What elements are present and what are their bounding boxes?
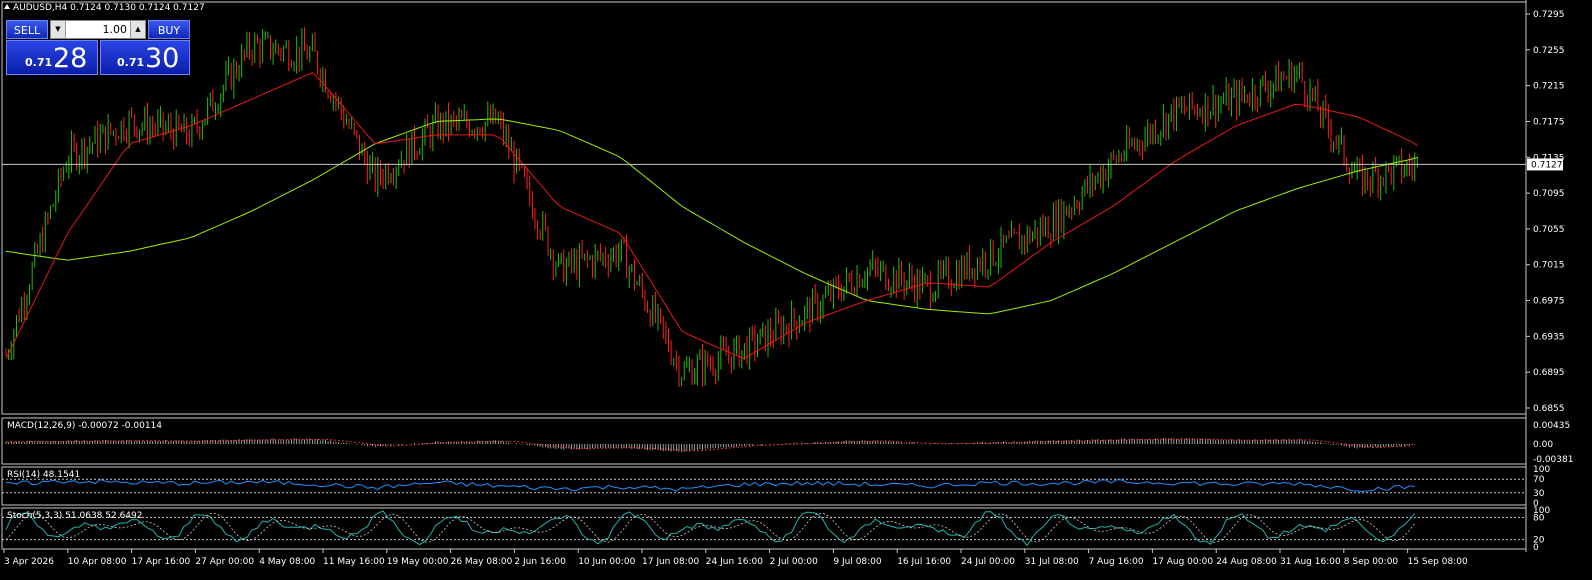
time-label: 17 Jun 08:00: [642, 557, 699, 567]
lot-increase-icon[interactable]: ▲: [130, 21, 145, 38]
price-label: 0.7215: [1533, 82, 1565, 92]
time-label: 10 Jun 00:00: [578, 557, 635, 567]
lot-size-value[interactable]: 1.00: [103, 21, 128, 38]
lot-decrease-icon[interactable]: ▼: [51, 21, 66, 38]
price-label: 0.7095: [1533, 189, 1565, 199]
stoch-scale-label: 0: [1533, 543, 1539, 553]
ask-price-button[interactable]: 0.71 30: [100, 40, 190, 75]
time-label: 8 Sep 00:00: [1344, 557, 1399, 567]
time-label: 16 Jul 16:00: [897, 557, 951, 567]
buy-button[interactable]: BUY: [148, 20, 190, 39]
time-label: 9 Jul 08:00: [833, 557, 882, 567]
rsi-scale-label: 100: [1533, 465, 1550, 475]
bid-price-prefix: 0.71: [25, 56, 53, 69]
stoch-main-line: [5, 510, 1416, 547]
time-label: 24 Jun 16:00: [706, 557, 763, 567]
current-price-label: 0.7127: [1531, 160, 1563, 170]
time-label: 10 Apr 08:00: [68, 557, 127, 567]
time-label: 11 May 16:00: [323, 557, 385, 567]
panel-frame-0: [1, 1, 1527, 415]
chart-canvas[interactable]: 0.72950.72550.72150.71750.71350.70950.70…: [0, 0, 1592, 580]
panel-frame-2: [1, 466, 1527, 506]
time-label: 26 May 08:00: [451, 557, 513, 567]
price-label: 0.7055: [1533, 225, 1565, 235]
price-label: 0.7175: [1533, 117, 1565, 127]
price-label: 0.6935: [1533, 332, 1565, 342]
time-label: 24 Jul 00:00: [961, 557, 1015, 567]
stoch-scale-label: 80: [1533, 513, 1545, 523]
rsi-line: [5, 479, 1415, 492]
stoch-label: Stoch(5,3,3) 51.0638 52.6492: [7, 511, 143, 521]
panel-frame-3: [1, 507, 1527, 550]
time-label: 2 Jul 00:00: [770, 557, 819, 567]
macd-scale-zero: 0.00: [1533, 440, 1553, 450]
candles: [5, 27, 1418, 387]
rsi-scale-label: 70: [1533, 475, 1545, 485]
time-label: 15 Sep 08:00: [1408, 557, 1468, 567]
price-label: 0.7015: [1533, 261, 1565, 271]
rsi-label: RSI(14) 48.1541: [7, 470, 81, 480]
macd-scale-low: -0.00381: [1533, 455, 1573, 465]
lot-size-stepper[interactable]: ▼ 1.00 ▲: [50, 20, 146, 39]
time-label: 17 Apr 16:00: [132, 557, 191, 567]
price-label: 0.6975: [1533, 297, 1565, 307]
time-label: 27 Apr 00:00: [195, 557, 254, 567]
sell-button[interactable]: SELL: [6, 20, 48, 39]
time-label: 24 Aug 08:00: [1216, 557, 1277, 567]
one-click-trading-panel: SELL ▼ 1.00 ▲ BUY 0.71 28 0.71 30: [6, 20, 190, 76]
time-label: 4 May 08:00: [259, 557, 315, 567]
rsi-scale-label: 30: [1533, 489, 1545, 499]
bid-price-button[interactable]: 0.71 28: [6, 40, 98, 75]
slow-moving-average-line: [5, 118, 1418, 315]
macd-scale-high: 0.00435: [1533, 421, 1570, 431]
price-label: 0.7295: [1533, 10, 1565, 20]
ask-price-prefix: 0.71: [117, 56, 145, 69]
ask-price-pips: 30: [145, 43, 180, 74]
macd-signal-line: [6, 438, 1413, 452]
price-label: 0.6855: [1533, 404, 1565, 414]
time-label: 3 Apr 2026: [4, 557, 54, 567]
time-label: 19 May 00:00: [387, 557, 449, 567]
macd-label: MACD(12,26,9) -0.00072 -0.00114: [7, 421, 163, 431]
bid-price-pips: 28: [53, 43, 88, 74]
time-label: 7 Aug 16:00: [1089, 557, 1144, 567]
price-label: 0.6895: [1533, 368, 1565, 378]
time-label: 31 Aug 16:00: [1280, 557, 1341, 567]
price-label: 0.7255: [1533, 46, 1565, 56]
time-label: 2 Jun 16:00: [514, 557, 566, 567]
time-label: 31 Jul 08:00: [1025, 557, 1079, 567]
time-label: 17 Aug 00:00: [1152, 557, 1213, 567]
